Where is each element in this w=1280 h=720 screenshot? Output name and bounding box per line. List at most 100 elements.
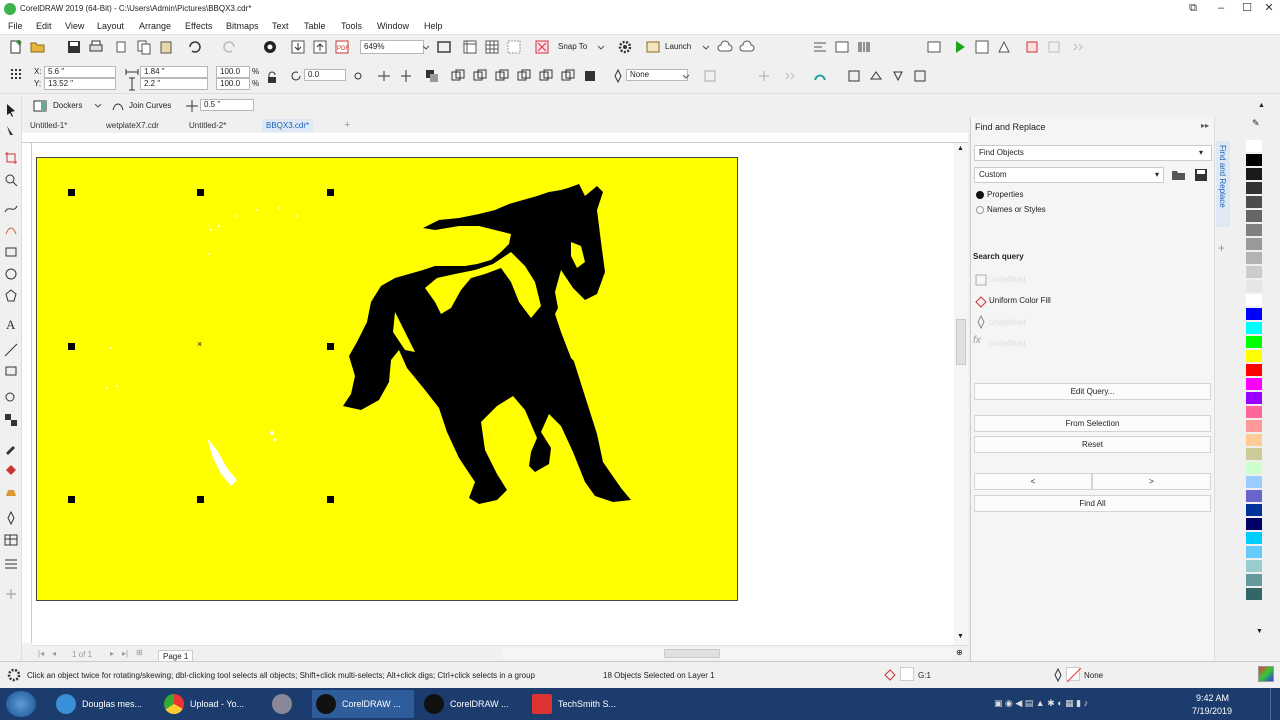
script-record-icon[interactable] — [996, 39, 1012, 55]
rotation-angle-field[interactable]: 0.0 — [304, 69, 346, 81]
add-page-button[interactable]: ⊞ — [136, 648, 143, 657]
palette-swatch[interactable] — [1246, 574, 1262, 587]
menu-view[interactable]: View — [65, 21, 84, 31]
record-icon[interactable] — [1024, 39, 1040, 55]
menu-help[interactable]: Help — [424, 21, 443, 31]
zoom-tool-icon[interactable] — [3, 172, 19, 188]
color-palette[interactable] — [1246, 140, 1262, 640]
mirror-vertical-icon[interactable] — [398, 68, 414, 84]
gap-distance-field[interactable]: 0.5 " — [200, 99, 254, 111]
palette-swatch[interactable] — [1246, 140, 1262, 153]
doc-tab-untitled-2[interactable]: Untitled-2* — [189, 119, 226, 132]
reset-button[interactable]: Reset — [974, 436, 1211, 453]
palette-swatch[interactable] — [1246, 154, 1262, 167]
horse-silhouette[interactable] — [335, 182, 653, 512]
palette-swatch[interactable] — [1246, 518, 1262, 531]
more-icon[interactable] — [1070, 39, 1086, 55]
chevron-down-icon[interactable]: ▾ — [1199, 148, 1203, 157]
upload-cloud-icon[interactable] — [717, 39, 733, 55]
palette-swatch[interactable] — [1246, 238, 1262, 251]
previous-page-button[interactable]: ◂ — [52, 649, 56, 658]
x-position-field[interactable]: 5.6 " — [44, 66, 116, 78]
outline-tool-icon[interactable] — [3, 510, 19, 526]
restore-icon[interactable]: ⧉ — [1180, 0, 1206, 18]
first-page-button[interactable]: |◂ — [38, 649, 44, 658]
selection-handle-top-middle[interactable] — [197, 189, 204, 196]
save-query-icon[interactable] — [1193, 167, 1209, 183]
transparency-tool-icon[interactable] — [3, 412, 19, 428]
drop-shadow-icon[interactable] — [3, 390, 19, 406]
palette-swatch[interactable] — [1246, 392, 1262, 405]
show-grid-icon[interactable] — [484, 39, 500, 55]
lock-ratio-icon[interactable] — [264, 70, 280, 86]
color-proof-icon[interactable] — [1258, 666, 1274, 682]
chevron-down-icon[interactable] — [698, 40, 714, 56]
add-tool-icon[interactable] — [3, 586, 19, 602]
chevron-down-icon[interactable]: ▾ — [1155, 170, 1159, 179]
menu-text[interactable]: Text — [272, 21, 289, 31]
simplify-icon[interactable] — [516, 68, 532, 84]
palette-swatch[interactable] — [1246, 476, 1262, 489]
text-format-icon[interactable] — [834, 39, 850, 55]
find-previous-button[interactable]: < — [974, 473, 1092, 490]
import-icon[interactable] — [290, 39, 306, 55]
close-button[interactable]: ✕ — [1256, 0, 1280, 18]
crop-tool-icon[interactable] — [3, 150, 19, 166]
save-icon[interactable] — [66, 39, 82, 55]
selection-handle-bottom-left[interactable] — [68, 496, 75, 503]
snap-to-label[interactable]: Snap To — [558, 42, 587, 51]
chevron-down-icon[interactable] — [90, 98, 106, 114]
outline-swatch[interactable] — [1066, 667, 1082, 683]
find-all-button[interactable]: Find All — [974, 495, 1211, 512]
show-desktop-button[interactable] — [1270, 688, 1280, 720]
palette-swatch[interactable] — [1246, 490, 1262, 503]
menu-table[interactable]: Table — [304, 21, 326, 31]
launch-label[interactable]: Launch — [665, 42, 691, 51]
application-launcher-icon[interactable] — [645, 39, 661, 55]
doc-tab-bbqx3[interactable]: BBQX3.cdr* — [262, 119, 314, 132]
menu-effects[interactable]: Effects — [185, 21, 212, 31]
back-minus-front-icon[interactable] — [560, 68, 576, 84]
palette-swatch[interactable] — [1246, 322, 1262, 335]
text-tool-icon[interactable]: A — [3, 316, 19, 332]
connector-tool-icon[interactable] — [3, 364, 19, 380]
freehand-tool-icon[interactable] — [3, 200, 19, 216]
names-styles-radio[interactable] — [976, 206, 984, 214]
open-query-icon[interactable] — [1171, 167, 1187, 183]
scroll-up-arrow[interactable]: ▲ — [957, 145, 964, 152]
palette-swatch[interactable] — [1246, 252, 1262, 265]
palette-swatch[interactable] — [1246, 532, 1262, 545]
add-icon[interactable] — [756, 68, 772, 84]
chevron-down-icon[interactable] — [418, 40, 434, 56]
palette-swatch[interactable] — [1246, 588, 1262, 601]
dockers-label[interactable]: Dockers — [53, 101, 82, 110]
wrap-text-icon[interactable] — [702, 68, 718, 84]
shape-tool-icon[interactable] — [3, 124, 19, 140]
paste-icon[interactable] — [158, 39, 174, 55]
taskbar-app-ie[interactable]: Douglas mes... — [52, 690, 152, 718]
rotation-origin-icon[interactable] — [350, 68, 366, 84]
pen-icon[interactable]: ✎ — [1252, 118, 1260, 129]
align-icon[interactable] — [812, 39, 828, 55]
horizontal-scroll-thumb[interactable] — [664, 649, 720, 658]
mirror-horizontal-icon[interactable] — [376, 68, 392, 84]
palette-swatch[interactable] — [1246, 308, 1262, 321]
palette-swatch[interactable] — [1246, 448, 1262, 461]
download-cloud-icon[interactable] — [739, 39, 755, 55]
selection-center-marker[interactable]: × — [197, 340, 202, 349]
find-type-select[interactable]: Find Objects — [974, 145, 1212, 161]
export-icon[interactable] — [312, 39, 328, 55]
quick-customize-icon[interactable] — [782, 68, 798, 84]
join-curves-label[interactable]: Join Curves — [129, 101, 171, 110]
print-icon[interactable] — [88, 39, 104, 55]
clock-time[interactable]: 9:42 AM — [1196, 693, 1229, 703]
group-icon[interactable] — [424, 68, 440, 84]
table-tool-icon[interactable] — [3, 532, 19, 548]
show-guidelines-icon[interactable] — [506, 39, 522, 55]
palette-swatch[interactable] — [1246, 462, 1262, 475]
scroll-down-arrow[interactable]: ▼ — [957, 633, 964, 640]
palette-swatch[interactable] — [1246, 560, 1262, 573]
width-field[interactable]: 1.84 " — [140, 66, 208, 78]
taskbar-app-coreldraw-2[interactable]: CorelDRAW ... — [420, 690, 522, 718]
palette-swatch[interactable] — [1246, 182, 1262, 195]
